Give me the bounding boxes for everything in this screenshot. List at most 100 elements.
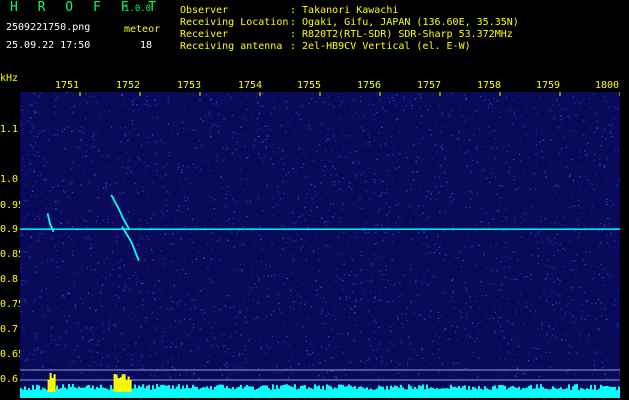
noise-speck: [82, 132, 84, 134]
noise-speck: [566, 166, 568, 168]
noise-speck: [482, 295, 484, 297]
noise-speck: [175, 320, 177, 323]
floor-bar: [448, 388, 450, 392]
noise-speck: [230, 97, 232, 99]
noise-speck: [537, 112, 539, 114]
noise-speck: [547, 184, 549, 186]
noise-speck: [185, 200, 187, 202]
noise-speck: [599, 164, 601, 166]
noise-speck: [244, 135, 246, 137]
noise-speck: [355, 174, 357, 176]
noise-speck: [572, 260, 574, 262]
noise-speck: [64, 345, 66, 347]
noise-speck: [115, 295, 117, 297]
noise-speck: [505, 208, 507, 210]
noise-speck: [382, 279, 384, 281]
noise-speck: [324, 165, 326, 168]
noise-speck: [177, 133, 179, 135]
noise-speck: [437, 164, 439, 166]
noise-speck: [491, 146, 493, 149]
noise-speck: [78, 272, 80, 274]
noise-speck: [97, 215, 99, 217]
floor-bar: [472, 386, 474, 392]
noise-speck: [183, 196, 186, 198]
noise-speck: [521, 222, 523, 224]
noise-speck: [325, 140, 327, 142]
noise-speck: [70, 168, 72, 170]
noise-speck: [527, 212, 529, 214]
noise-speck: [425, 336, 427, 338]
noise-speck: [193, 305, 195, 307]
noise-speck: [162, 216, 164, 219]
noise-speck: [493, 317, 495, 320]
noise-speck: [232, 217, 234, 219]
noise-speck: [36, 335, 38, 337]
noise-speck: [207, 361, 209, 363]
floor-bar: [542, 387, 544, 392]
noise-speck: [241, 291, 243, 293]
noise-speck: [452, 291, 454, 293]
noise-speck: [463, 94, 465, 96]
floor-bar: [90, 387, 92, 392]
noise-speck: [345, 295, 347, 297]
noise-speck: [423, 318, 426, 320]
noise-speck: [81, 372, 83, 374]
noise-speck: [541, 342, 544, 344]
noise-speck: [39, 232, 41, 234]
noise-speck: [398, 203, 400, 205]
noise-speck: [23, 217, 25, 219]
noise-speck: [71, 361, 73, 363]
noise-speck: [23, 329, 25, 331]
noise-speck: [535, 165, 537, 167]
noise-speck: [218, 113, 220, 116]
noise-speck: [396, 135, 399, 137]
noise-speck: [403, 109, 405, 111]
noise-speck: [92, 333, 94, 335]
noise-speck: [334, 140, 337, 142]
noise-speck: [30, 235, 32, 238]
floor-bar: [516, 387, 518, 392]
noise-speck: [397, 318, 399, 320]
noise-speck: [99, 117, 101, 119]
noise-speck: [67, 196, 69, 198]
noise-speck: [381, 224, 383, 226]
noise-speck: [123, 178, 125, 180]
meteor-count: 18: [140, 40, 153, 51]
noise-speck: [348, 317, 350, 319]
noise-speck: [119, 356, 122, 358]
floor-bar: [502, 385, 504, 392]
noise-speck: [248, 155, 250, 157]
noise-speck: [304, 303, 306, 305]
noise-speck: [304, 219, 306, 222]
noise-speck: [247, 298, 250, 300]
noise-speck: [603, 119, 606, 121]
noise-speck: [298, 362, 300, 364]
floor-bar: [398, 387, 400, 392]
noise-speck: [151, 134, 154, 136]
noise-speck: [277, 186, 279, 188]
floor-bar: [488, 389, 490, 392]
noise-speck: [282, 150, 284, 152]
noise-speck: [195, 312, 198, 314]
noise-speck: [354, 236, 356, 238]
noise-speck: [216, 155, 218, 157]
noise-speck: [305, 259, 307, 261]
noise-speck: [152, 116, 154, 118]
noise-speck: [379, 208, 381, 210]
noise-speck: [402, 327, 404, 329]
noise-speck: [188, 166, 190, 168]
noise-speck: [93, 134, 95, 136]
noise-speck: [593, 159, 595, 161]
noise-speck: [393, 345, 395, 347]
noise-speck: [539, 141, 541, 143]
noise-speck: [22, 158, 24, 160]
noise-speck: [32, 353, 34, 355]
noise-speck: [28, 120, 30, 122]
noise-speck: [339, 278, 342, 280]
noise-speck: [365, 221, 367, 223]
noise-speck: [32, 146, 34, 148]
noise-speck: [429, 251, 431, 254]
noise-speck: [64, 314, 66, 317]
noise-speck: [460, 311, 462, 313]
noise-speck: [127, 217, 129, 219]
